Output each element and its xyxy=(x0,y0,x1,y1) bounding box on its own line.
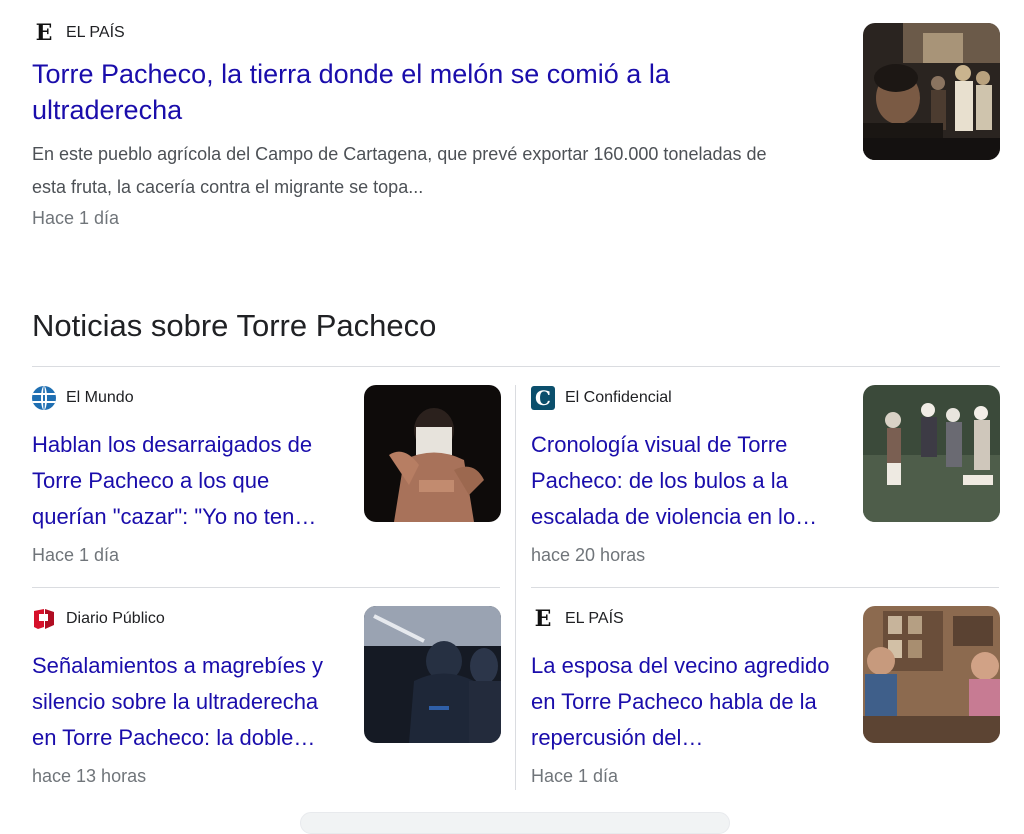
source-row: Diario Público xyxy=(32,606,165,632)
photo-thumbnail-icon[interactable] xyxy=(863,606,1000,743)
el-confidencial-logo-icon: C xyxy=(531,386,555,410)
news-card-title-link[interactable]: Señalamientos a magrebíes y silencio sob… xyxy=(32,648,342,756)
el-pais-logo-icon: E xyxy=(534,606,552,632)
top-result-title-link[interactable]: Torre Pacheco, la tierra donde el melón … xyxy=(32,56,792,128)
el-pais-logo-icon: E xyxy=(35,20,53,46)
source-name: Diario Público xyxy=(66,610,165,627)
source-name: El Mundo xyxy=(66,389,134,406)
news-card-el-mundo[interactable]: El Mundo Hablan los desarraigados de Tor… xyxy=(32,385,501,590)
news-card-title-link[interactable]: Cronología visual de Torre Pacheco: de l… xyxy=(531,427,841,535)
news-card-time: Hace 1 día xyxy=(531,766,619,786)
news-card-el-confidencial[interactable]: C El Confidencial Cronología visual de T… xyxy=(531,385,1000,590)
column-divider xyxy=(515,385,516,790)
source-row: E EL PAÍS xyxy=(32,20,1000,46)
source-name: El Confidencial xyxy=(565,389,672,406)
photo-thumbnail-icon[interactable] xyxy=(863,23,1000,160)
top-news-result[interactable]: E EL PAÍS Torre Pacheco, la tierra donde… xyxy=(32,20,1000,250)
news-card-time: hace 13 horas xyxy=(32,766,147,786)
top-result-snippet: En este pueblo agrícola del Campo de Car… xyxy=(32,144,767,197)
card-divider xyxy=(32,587,500,588)
top-result-time: Hace 1 día xyxy=(32,208,120,228)
news-card-time: Hace 1 día xyxy=(32,545,120,565)
source-row: C El Confidencial xyxy=(531,385,672,411)
source-row: El Mundo xyxy=(32,385,134,411)
photo-thumbnail-icon[interactable] xyxy=(364,385,501,522)
news-card-el-pais[interactable]: E EL PAÍS La esposa del vecino agredido … xyxy=(531,606,1000,811)
source-row: E EL PAÍS xyxy=(531,606,624,632)
section-divider xyxy=(32,366,1000,367)
source-name: EL PAÍS xyxy=(565,610,624,627)
source-name: EL PAÍS xyxy=(66,24,125,41)
el-mundo-globe-icon xyxy=(32,386,56,410)
news-card-diario-publico[interactable]: Diario Público Señalamientos a magrebíes… xyxy=(32,606,501,811)
news-section-title: Noticias sobre Torre Pacheco xyxy=(32,308,437,343)
diario-publico-logo-icon xyxy=(32,607,56,631)
photo-thumbnail-icon[interactable] xyxy=(364,606,501,743)
news-card-title-link[interactable]: Hablan los desarraigados de Torre Pachec… xyxy=(32,427,342,535)
news-card-time: hace 20 horas xyxy=(531,545,646,565)
photo-thumbnail-icon[interactable] xyxy=(863,385,1000,522)
card-divider xyxy=(531,587,999,588)
more-news-button[interactable] xyxy=(300,812,730,834)
news-card-title-link[interactable]: La esposa del vecino agredido en Torre P… xyxy=(531,648,841,756)
